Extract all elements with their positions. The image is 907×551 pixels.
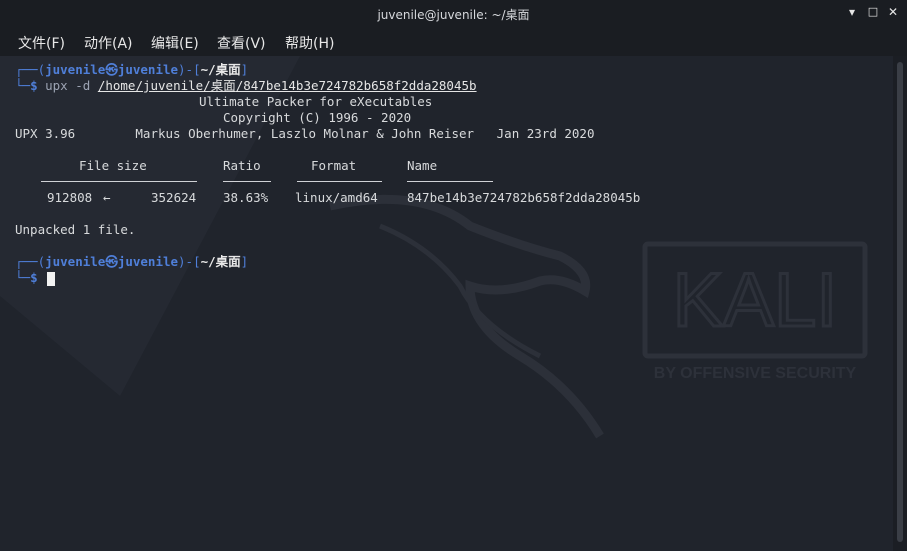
size-before: 912808 <box>47 190 93 205</box>
header-file-size: File size <box>79 158 147 173</box>
size-after: 352624 <box>151 190 197 205</box>
header-name: Name <box>407 158 438 173</box>
kali-logo-text: KALI <box>673 258 838 343</box>
header-underline <box>41 181 197 182</box>
arrow-icon: ← <box>103 190 111 205</box>
header-format: Format <box>311 158 357 173</box>
ratio-value: 38.63% <box>223 190 269 205</box>
scrollbar[interactable] <box>893 56 907 551</box>
version-line: UPX 3.96 Markus Oberhumer, Laszlo Molnar… <box>15 126 595 141</box>
prompt-line-top: ┌──(juvenile㉿juvenile)-[~/桌面] <box>15 62 249 77</box>
header-underline <box>297 181 382 182</box>
prompt-line-top-2: ┌──(juvenile㉿juvenile)-[~/桌面] <box>15 254 249 269</box>
banner-line-2: Copyright (C) 1996 - 2020 <box>223 110 412 125</box>
window-title: juvenile@juvenile: ~/桌面 <box>377 8 530 22</box>
format-value: linux/amd64 <box>295 190 378 205</box>
banner-line-1: Ultimate Packer for eXecutables <box>199 94 433 109</box>
header-underline <box>407 181 493 182</box>
minimize-button[interactable]: ▾ <box>845 5 859 19</box>
scrollbar-thumb[interactable] <box>897 62 903 542</box>
kali-tagline: BY OFFENSIVE SECURITY <box>654 365 857 382</box>
header-ratio: Ratio <box>223 158 261 173</box>
menu-file[interactable]: 文件(F) <box>18 33 65 53</box>
maximize-button[interactable]: □ <box>866 5 880 19</box>
menu-view[interactable]: 查看(V) <box>217 33 266 53</box>
summary-line: Unpacked 1 file. <box>15 222 136 237</box>
file-name: 847be14b3e724782b658f2dda28045b <box>407 190 641 205</box>
header-underline <box>223 181 271 182</box>
text-cursor <box>47 272 55 286</box>
title-bar: juvenile@juvenile: ~/桌面 ▾ □ ✕ <box>0 0 907 26</box>
close-button[interactable]: ✕ <box>886 5 900 19</box>
menu-edit[interactable]: 编辑(E) <box>151 33 199 53</box>
terminal-area[interactable]: KALI BY OFFENSIVE SECURITY ┌──(juvenile㉿… <box>0 56 893 551</box>
command-line: └─$ upx -d /home/juvenile/桌面/847be14b3e7… <box>15 78 477 93</box>
menu-bar: 文件(F) 动作(A) 编辑(E) 查看(V) 帮助(H) <box>0 26 907 56</box>
menu-action[interactable]: 动作(A) <box>84 33 133 53</box>
menu-help[interactable]: 帮助(H) <box>285 33 334 53</box>
prompt-line-bottom-2: └─$ <box>15 270 38 285</box>
